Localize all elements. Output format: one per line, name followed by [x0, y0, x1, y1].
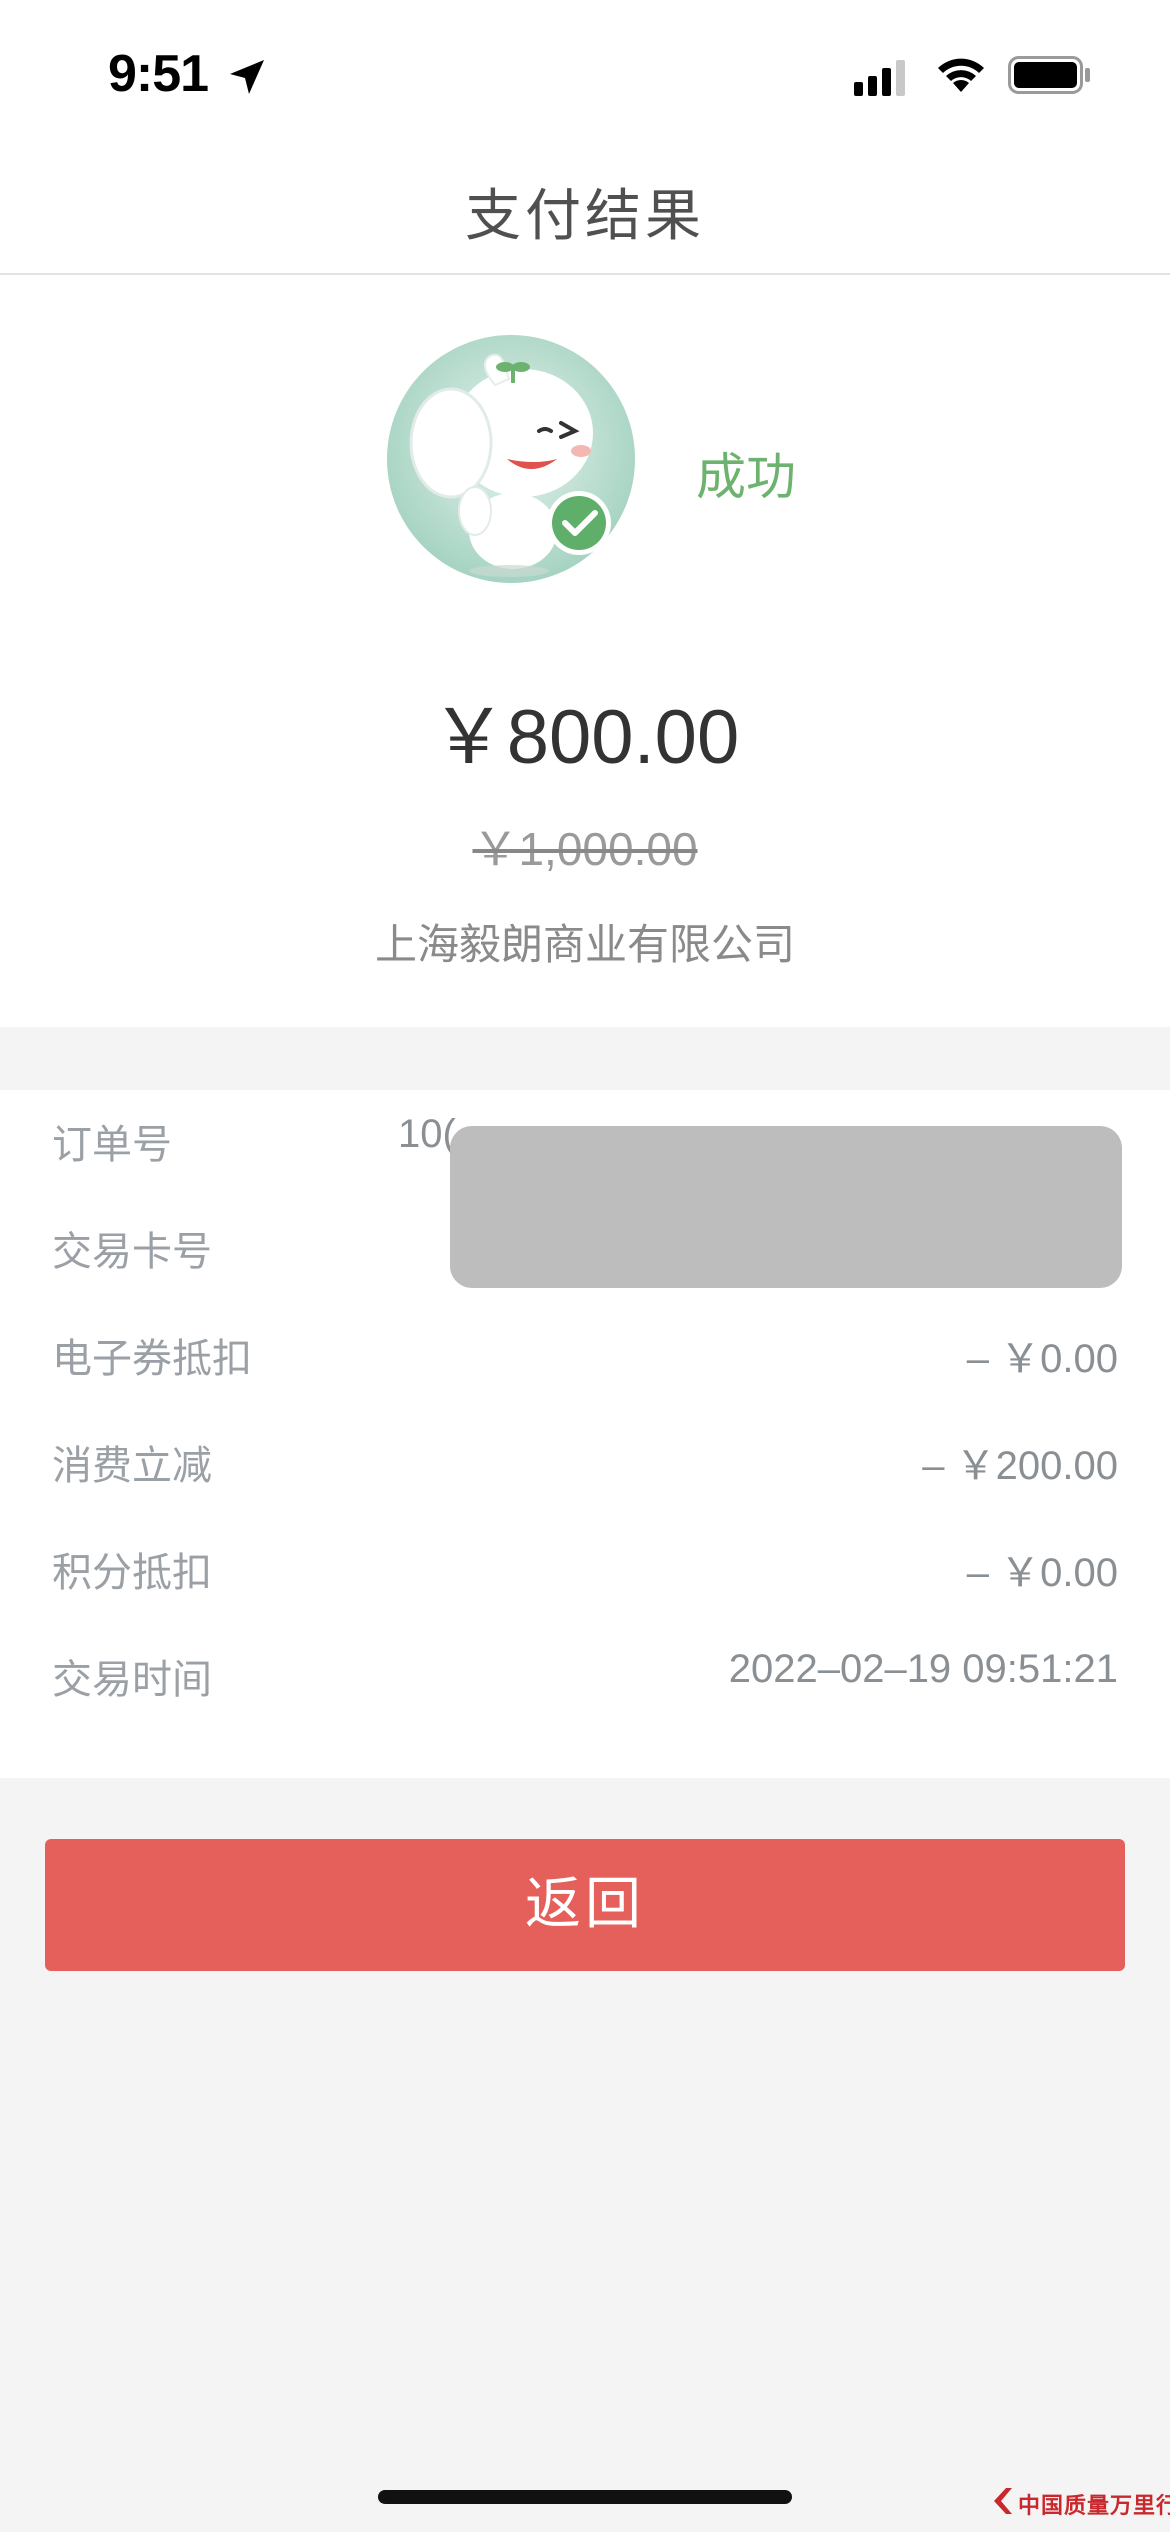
detail-row-coupon-deduction: 电子券抵扣 – ￥0.00	[0, 1304, 1170, 1404]
detail-value: 10(	[398, 1112, 456, 1156]
detail-label: 交易卡号	[52, 1229, 212, 1275]
detail-row-transaction-time: 交易时间 2022–02–19 09:51:21	[0, 1625, 1170, 1725]
detail-value: 2022–02–19 09:51:21	[728, 1647, 1118, 1691]
nav-bar: 支付结果	[0, 145, 1170, 275]
page-title: 支付结果	[465, 184, 705, 249]
location-arrow-icon	[226, 56, 268, 102]
detail-value: – ￥0.00	[966, 1551, 1118, 1595]
detail-row-points-deduction: 积分抵扣 – ￥0.00	[0, 1518, 1170, 1618]
detail-label: 电子券抵扣	[52, 1336, 252, 1382]
watermark-text: 中国质量万里行	[1018, 2493, 1170, 2519]
merchant-name: 上海毅朗商业有限公司	[374, 920, 795, 969]
detail-label: 消费立减	[52, 1443, 212, 1489]
status-time: 9:51	[108, 45, 209, 103]
status-bar: 9:51	[0, 0, 1170, 145]
detail-label: 积分抵扣	[52, 1550, 212, 1596]
detail-value: – ￥200.00	[922, 1444, 1118, 1488]
paid-amount: ￥800.00	[430, 695, 740, 780]
detail-value: – ￥0.00	[966, 1337, 1118, 1381]
detail-row-instant-discount: 消费立减 – ￥200.00	[0, 1411, 1170, 1511]
elephant-mascot-success-icon	[385, 333, 637, 585]
payment-result-card: 成功 ￥800.00 ￥1,000.00 上海毅朗商业有限公司	[0, 275, 1170, 1027]
payment-status: 成功	[696, 448, 796, 506]
watermark: 中国质量万里行	[992, 2484, 1170, 2524]
home-indicator[interactable]	[378, 2490, 792, 2504]
back-button[interactable]: 返回	[45, 1839, 1125, 1971]
battery-icon	[1008, 56, 1092, 98]
transaction-details: 订单号 10( 交易卡号 电子券抵扣 – ￥0.00 消费立减 – ￥200.0…	[0, 1090, 1170, 1778]
detail-label: 交易时间	[52, 1657, 212, 1703]
detail-label: 订单号	[52, 1122, 172, 1168]
redaction-block	[450, 1126, 1122, 1288]
original-amount: ￥1,000.00	[472, 823, 698, 875]
cellular-signal-icon	[854, 58, 912, 100]
watermark-logo-icon	[992, 2486, 1016, 2520]
wifi-icon	[934, 52, 988, 98]
